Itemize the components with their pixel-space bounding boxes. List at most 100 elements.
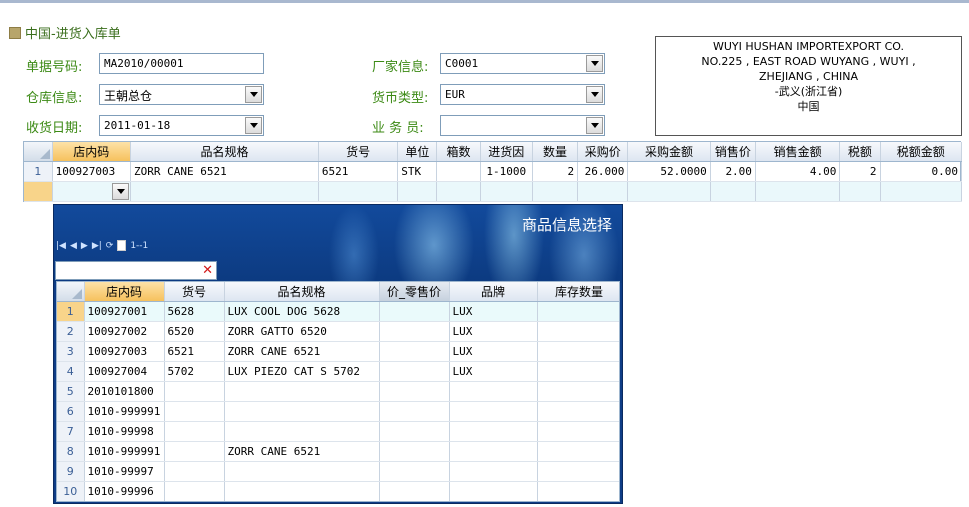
table-cell[interactable] <box>224 421 380 442</box>
col-header[interactable]: 箱数 <box>436 142 481 162</box>
supplier-select[interactable]: C0001 <box>440 53 605 74</box>
popup-search-input[interactable]: ✕ <box>55 261 217 280</box>
table-cell[interactable] <box>164 401 225 422</box>
table-cell[interactable] <box>537 381 619 402</box>
new-row[interactable] <box>24 181 963 202</box>
receive-date-picker[interactable]: 2011-01-18 <box>99 115 264 136</box>
table-row[interactable]: 5 2010101800 <box>57 381 619 402</box>
table-cell[interactable] <box>537 361 619 382</box>
table-cell[interactable]: 100927002 <box>84 321 165 342</box>
table-cell[interactable]: 2 <box>839 161 881 182</box>
table-cell[interactable]: 2 <box>532 161 579 182</box>
prev-page-icon[interactable]: ◀ <box>70 241 77 251</box>
col-header[interactable]: 采购金额 <box>627 142 711 162</box>
row-number[interactable]: 10 <box>57 481 85 501</box>
table-cell[interactable] <box>164 461 225 482</box>
col-header[interactable]: 店内码 <box>84 282 165 302</box>
detail-grid[interactable]: 店内码 品名规格 货号 单位 箱数 进货因 数量 采购价 采购金额 销售价 销售… <box>23 141 963 202</box>
table-row[interactable]: 8 1010-999991 ZORR CANE 6521 <box>57 441 619 462</box>
table-cell[interactable] <box>130 181 319 202</box>
table-cell[interactable] <box>449 461 538 482</box>
clerk-dropdown-button[interactable] <box>586 117 603 134</box>
table-cell[interactable]: 100927001 <box>84 301 165 322</box>
col-header[interactable]: 店内码 <box>52 142 132 162</box>
first-page-icon[interactable]: |◀ <box>56 241 66 251</box>
col-header[interactable]: 货号 <box>164 282 225 302</box>
table-cell[interactable] <box>537 401 619 422</box>
table-cell[interactable] <box>449 481 538 501</box>
table-row[interactable]: 2 100927002 6520 ZORR GATTO 6520 LUX <box>57 321 619 342</box>
table-cell[interactable]: ZORR CANE 6521 <box>224 441 380 462</box>
table-cell[interactable] <box>224 481 380 501</box>
col-header[interactable]: 销售金额 <box>755 142 841 162</box>
table-row[interactable]: 3 100927003 6521 ZORR CANE 6521 LUX <box>57 341 619 362</box>
table-cell[interactable] <box>880 181 963 202</box>
warehouse-select[interactable]: 王朝总仓 <box>99 84 264 105</box>
table-cell[interactable]: LUX <box>449 341 538 362</box>
table-cell[interactable]: 6521 <box>318 161 399 182</box>
row-number[interactable]: 3 <box>57 341 85 362</box>
table-cell[interactable] <box>318 181 399 202</box>
col-header[interactable]: 库存数量 <box>537 282 619 302</box>
col-header[interactable]: 品名规格 <box>224 282 380 302</box>
table-row[interactable]: 10 1010-99996 <box>57 481 619 501</box>
table-cell[interactable]: 0.00 <box>880 161 963 182</box>
table-cell[interactable]: 100927003 <box>84 341 165 362</box>
table-cell[interactable] <box>379 361 450 382</box>
table-cell[interactable] <box>224 381 380 402</box>
col-header[interactable]: 进货因 <box>480 142 533 162</box>
grid-corner[interactable] <box>57 282 85 302</box>
table-cell[interactable] <box>537 441 619 462</box>
currency-select[interactable]: EUR <box>440 84 605 105</box>
table-cell[interactable] <box>164 421 225 442</box>
table-row[interactable]: 1 100927001 5628 LUX COOL DOG 5628 LUX <box>57 301 619 322</box>
store-code-combo[interactable] <box>52 181 132 202</box>
table-cell[interactable]: 2.00 <box>710 161 756 182</box>
currency-dropdown-button[interactable] <box>586 86 603 103</box>
document-icon[interactable] <box>117 240 127 251</box>
table-cell[interactable] <box>164 381 225 402</box>
table-cell[interactable]: 2010101800 <box>84 381 165 402</box>
table-cell[interactable] <box>480 181 533 202</box>
table-cell[interactable] <box>532 181 579 202</box>
col-header[interactable]: 货号 <box>318 142 399 162</box>
date-dropdown-button[interactable] <box>245 117 262 134</box>
table-cell[interactable]: 5702 <box>164 361 225 382</box>
table-cell[interactable] <box>839 181 881 202</box>
table-cell[interactable] <box>379 341 450 362</box>
table-cell[interactable] <box>224 401 380 422</box>
row-number[interactable]: 1 <box>24 161 53 182</box>
table-cell[interactable]: 1010-99997 <box>84 461 165 482</box>
table-cell[interactable] <box>379 481 450 501</box>
row-number[interactable]: 5 <box>57 381 85 402</box>
row-number[interactable]: 6 <box>57 401 85 422</box>
refresh-icon[interactable]: ⟳ <box>106 241 114 251</box>
table-row[interactable]: 4 100927004 5702 LUX PIEZO CAT S 5702 LU… <box>57 361 619 382</box>
col-header[interactable]: 采购价 <box>577 142 629 162</box>
table-cell[interactable] <box>436 181 481 202</box>
table-row[interactable]: 6 1010-999991 <box>57 401 619 422</box>
table-cell[interactable]: 1010-999991 <box>84 441 165 462</box>
row-number[interactable]: 1 <box>57 301 85 322</box>
col-header[interactable]: 销售价 <box>710 142 756 162</box>
table-cell[interactable] <box>537 421 619 442</box>
table-cell[interactable]: 6521 <box>164 341 225 362</box>
doc-no-field[interactable]: MA2010/00001 <box>99 53 264 74</box>
table-row[interactable]: 7 1010-99998 <box>57 421 619 442</box>
table-cell[interactable] <box>164 441 225 462</box>
table-cell[interactable]: LUX <box>449 321 538 342</box>
table-cell[interactable] <box>164 481 225 501</box>
col-header[interactable]: 品名规格 <box>130 142 319 162</box>
table-cell[interactable] <box>710 181 756 202</box>
table-cell[interactable] <box>537 341 619 362</box>
table-cell[interactable] <box>379 381 450 402</box>
table-cell[interactable]: LUX COOL DOG 5628 <box>224 301 380 322</box>
table-cell[interactable]: 100927004 <box>84 361 165 382</box>
table-cell[interactable] <box>755 181 841 202</box>
table-cell[interactable]: ZORR GATTO 6520 <box>224 321 380 342</box>
table-cell[interactable]: 1010-99996 <box>84 481 165 501</box>
warehouse-dropdown-button[interactable] <box>245 86 262 103</box>
last-page-icon[interactable]: ▶| <box>92 241 102 251</box>
table-cell[interactable] <box>449 381 538 402</box>
table-cell[interactable]: 1010-999991 <box>84 401 165 422</box>
